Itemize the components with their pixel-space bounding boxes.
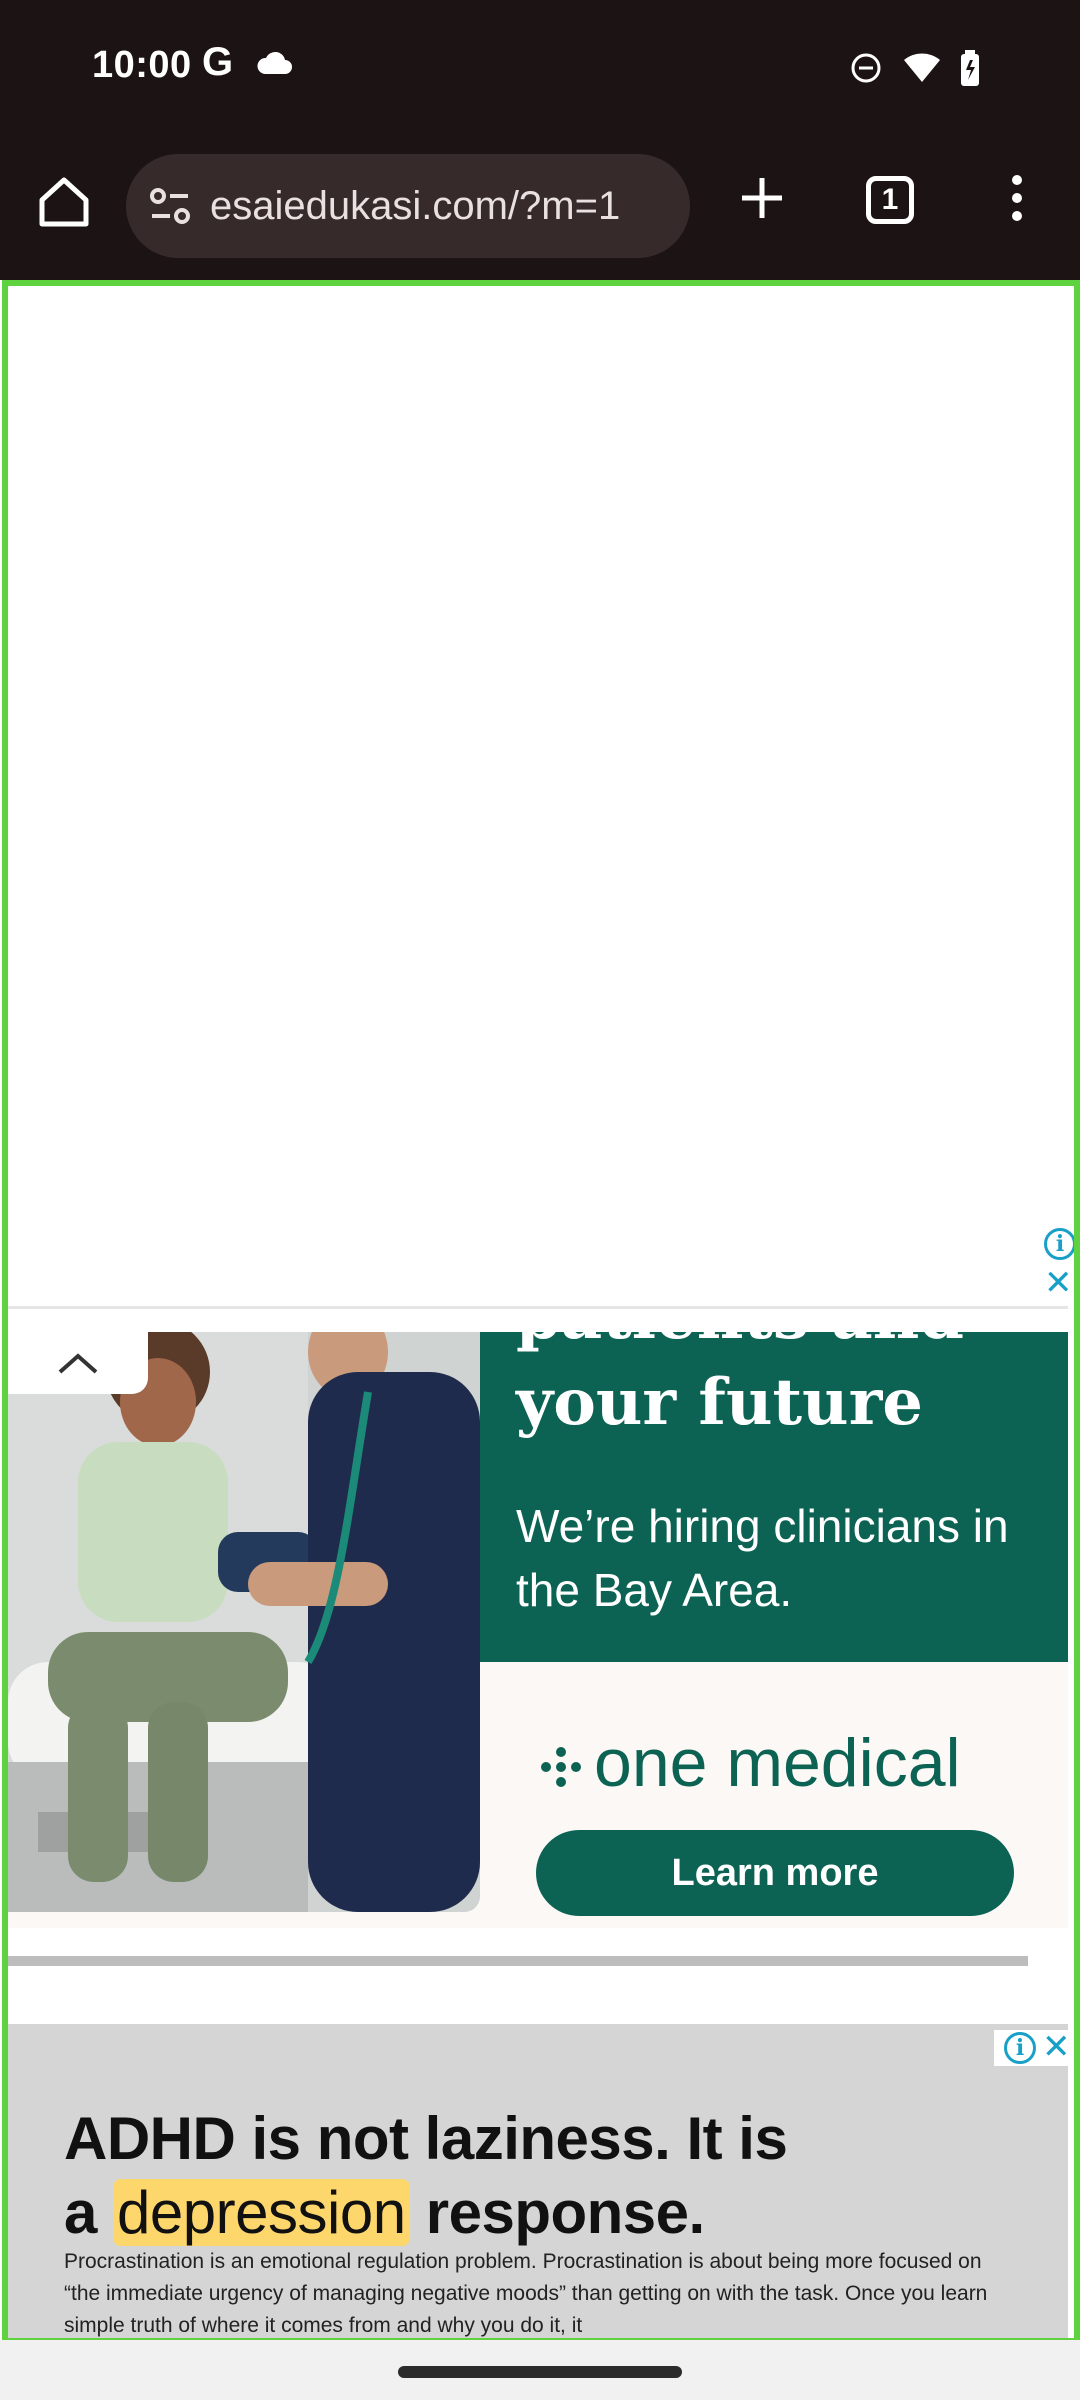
do-not-disturb-icon: [851, 53, 881, 83]
ad-headline-top: patients and: [516, 1332, 964, 1360]
ad-headline-bottom: your future: [516, 1365, 923, 1440]
cloud-icon: [257, 51, 292, 74]
divider: [8, 1306, 1068, 1309]
battery-icon: [961, 50, 979, 86]
status-bar: 10:00 G: [0, 0, 1080, 140]
ad-scrollbar[interactable]: [8, 1956, 1028, 1966]
promo-title-highlight: depression: [113, 2179, 410, 2246]
more-vert-icon[interactable]: [1000, 166, 1034, 230]
promo-info-icon[interactable]: i: [1004, 2032, 1036, 2064]
navigation-bar: [0, 2340, 1080, 2400]
promo-body: Procrastination is an emotional regulati…: [64, 2250, 988, 2337]
ad-image: [8, 1332, 480, 1912]
promo-title: ADHD is not laziness. It is a depression…: [64, 2102, 788, 2250]
google-badge: G: [202, 40, 234, 84]
one-medical-logo-icon: [541, 1747, 581, 1787]
adchoices-info-icon[interactable]: i: [1044, 1228, 1076, 1260]
browser-toolbar: esaiedukasi.com/?m=1 1: [0, 140, 1080, 280]
status-time: 10:00: [92, 44, 192, 86]
gesture-handle[interactable]: [398, 2366, 682, 2378]
promo-title-end: response.: [425, 2179, 705, 2246]
ad-headline-panel[interactable]: patients and your future We’re hiring cl…: [480, 1332, 1068, 1662]
home-icon[interactable]: [32, 170, 96, 234]
promo-title-line2: a depression response.: [64, 2176, 787, 2250]
tab-switcher-button[interactable]: 1: [866, 176, 914, 224]
url-text[interactable]: esaiedukasi.com/?m=1: [210, 184, 620, 229]
promo-close-icon[interactable]: ✕: [1042, 2030, 1071, 2064]
site-settings-icon[interactable]: [146, 182, 194, 230]
ad-close-icon[interactable]: ✕: [1044, 1266, 1073, 1300]
ad-brand-logo[interactable]: one medical: [528, 1720, 1048, 1810]
promo-adchoices[interactable]: i ✕: [994, 2030, 1072, 2066]
anchor-ad[interactable]: patients and your future We’re hiring cl…: [8, 1332, 1068, 1928]
plus-icon[interactable]: [730, 166, 794, 230]
promo-ad[interactable]: ADHD is not laziness. It is a depression…: [8, 2024, 1068, 2354]
promo-title-line1: ADHD is not laziness. It is: [64, 2105, 788, 2172]
ad-brand-name: one medical: [594, 1725, 961, 1801]
wifi-icon: [904, 53, 940, 82]
chevron-up-icon: [58, 1353, 98, 1374]
promo-title-a: a: [64, 2179, 97, 2246]
clinic-illustration: [8, 1332, 480, 1912]
address-bar[interactable]: esaiedukasi.com/?m=1: [126, 154, 690, 258]
ad-headline: patients and your future: [516, 1332, 964, 1446]
learn-more-button[interactable]: Learn more: [536, 1830, 1014, 1916]
ad-subtext: We’re hiring clinicians in the Bay Area.: [516, 1500, 1009, 1616]
collapse-ad-button[interactable]: [8, 1332, 148, 1394]
